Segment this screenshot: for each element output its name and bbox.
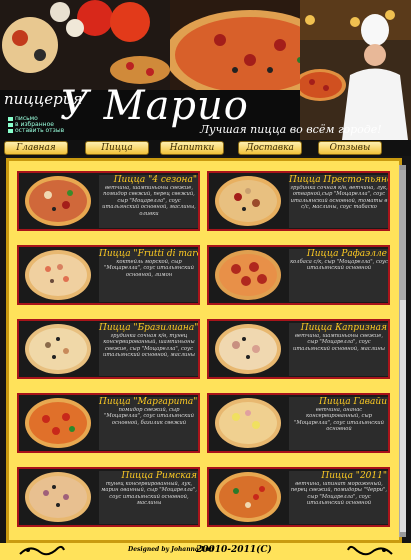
pizza-image <box>215 398 281 448</box>
nav-reviews[interactable]: Отзывы <box>318 141 382 155</box>
pizza-info: Пицца Римская тунец консервированный, лу… <box>99 471 198 524</box>
pizza-name: Пицца Гавайи <box>319 397 387 407</box>
pizza-description: тунец консервированный, лук, марин ованн… <box>101 481 197 507</box>
pizza-image <box>25 398 91 448</box>
pizza-image <box>215 472 281 522</box>
pizza-description: грудинка сочная к/в, ветчина, лук, отвар… <box>290 185 388 211</box>
scroll-down-icon[interactable] <box>400 532 406 537</box>
chef-image <box>300 0 411 140</box>
pizza-card[interactable]: Пицца "Маргарита" помидор свежий, сыр "М… <box>17 393 200 453</box>
pizza-info: Пицца "2011" ветчина, шпинат мороженый, … <box>289 471 388 524</box>
pizza-name: Пицца Капризная <box>300 323 387 333</box>
hero-vegetables-image <box>0 0 170 90</box>
header: пиццерия У Марио Лучшая пицца во всём го… <box>0 0 411 140</box>
pizza-image <box>215 324 281 374</box>
pizza-name: Пицца "2011" <box>321 471 387 481</box>
pizza-card[interactable]: Пицца Капризная ветчина, шампиньоны свеж… <box>207 319 390 379</box>
pizza-name: Пицца "4 сезона" <box>113 175 197 185</box>
pizza-description: ветчина, шампиньоны свежие, сыр "Моцарел… <box>292 333 386 352</box>
scrollbar-thumb[interactable] <box>400 170 406 300</box>
pizza-card[interactable]: Пицца "Бразилиана" грудинка сочная к/в, … <box>17 319 200 379</box>
footer-year: 20010-2011(C) <box>196 545 272 555</box>
pizza-name: Пицца "Бразилиана" <box>99 323 199 333</box>
content-scrollbar[interactable] <box>399 165 406 537</box>
pizza-description: ветчина, шампиньоны свежие, помидор свеж… <box>102 185 196 217</box>
pizza-name: Пицца Рафаэлле <box>306 249 387 259</box>
pizza-name: Пицца Римская <box>121 471 198 481</box>
pizza-info: Пицца Престо-пьяно грудинка сочная к/в, … <box>289 175 390 228</box>
pizza-card[interactable]: Пицца "4 сезона" ветчина, шампиньоны све… <box>17 171 200 231</box>
pizza-menu: Пицца "4 сезона" ветчина, шампиньоны све… <box>6 158 402 543</box>
pizza-description: колбаса с/к, сыр "Моцарелла", соус италь… <box>290 259 388 272</box>
pizza-description: помидор свежий, сыр "Моцарелла", соус ит… <box>104 407 194 426</box>
pizza-image <box>25 250 91 300</box>
pizza-description: ветчина, ананас консервированный, сыр "М… <box>294 407 384 433</box>
star-icon <box>8 122 13 127</box>
quick-links: письмо в избранное оставить отзыв <box>8 116 64 134</box>
pizza-info: Пицца "Бразилиана" грудинка сочная к/в, … <box>99 323 199 376</box>
pizza-image <box>215 176 281 226</box>
pizza-card[interactable]: Пицца Римская тунец консервированный, лу… <box>17 467 200 527</box>
pizza-description: коктейль морской, сыр "Моцарелла", соус … <box>104 259 194 278</box>
nav-delivery[interactable]: Доставка <box>238 141 302 155</box>
pizza-info: Пицца Рафаэлле колбаса с/к, сыр "Моцарел… <box>289 249 388 302</box>
pizza-info: Пицца "4 сезона" ветчина, шампиньоны све… <box>99 175 198 228</box>
nav-pizza[interactable]: Пицца <box>85 141 149 155</box>
pizza-name: Пицца "Frutti di mare" <box>99 249 200 259</box>
pizza-image <box>25 176 91 226</box>
page: пиццерия У Марио Лучшая пицца во всём го… <box>0 0 411 560</box>
pizza-name: Пицца Престо-пьяно <box>289 175 390 185</box>
pizza-card[interactable]: Пицца "Frutti di mare" коктейль морской,… <box>17 245 200 305</box>
pizza-image <box>25 472 91 522</box>
pizza-card[interactable]: Пицца Гавайи ветчина, ананас консервиров… <box>207 393 390 453</box>
pizza-description: ветчина, шпинат мороженый, перец свежий,… <box>290 481 388 507</box>
quick-link-review[interactable]: оставить отзыв <box>8 128 64 134</box>
pizza-card[interactable]: Пицца Престо-пьяно грудинка сочная к/в, … <box>207 171 390 231</box>
brand-slogan: Лучшая пицца во всём городе! <box>200 123 382 136</box>
pizza-card[interactable]: Пицца "2011" ветчина, шпинат мороженый, … <box>207 467 390 527</box>
pizza-image <box>25 324 91 374</box>
pizza-info: Пицца Гавайи ветчина, ананас консервиров… <box>289 397 388 450</box>
pizza-card[interactable]: Пицца Рафаэлле колбаса с/к, сыр "Моцарел… <box>207 245 390 305</box>
nav-home[interactable]: Главная <box>4 141 68 155</box>
pizza-info: Пицца "Маргарита" помидор свежий, сыр "М… <box>99 397 198 450</box>
brand-title: У Марио <box>60 83 249 129</box>
ornament-right-icon <box>347 545 393 556</box>
ornament-left-icon <box>19 545 65 556</box>
pizza-info: Пицца "Frutti di mare" коктейль морской,… <box>99 249 200 302</box>
mail-icon <box>8 116 13 121</box>
pizza-description: грудинка сочная к/в, тунец консервирован… <box>102 333 196 359</box>
pizza-image <box>215 250 281 300</box>
pizza-info: Пицца Капризная ветчина, шампиньоны свеж… <box>289 323 388 376</box>
pizza-name: Пицца "Маргарита" <box>99 397 198 407</box>
nav-drinks[interactable]: Напитки <box>160 141 224 155</box>
comment-icon <box>8 128 13 133</box>
